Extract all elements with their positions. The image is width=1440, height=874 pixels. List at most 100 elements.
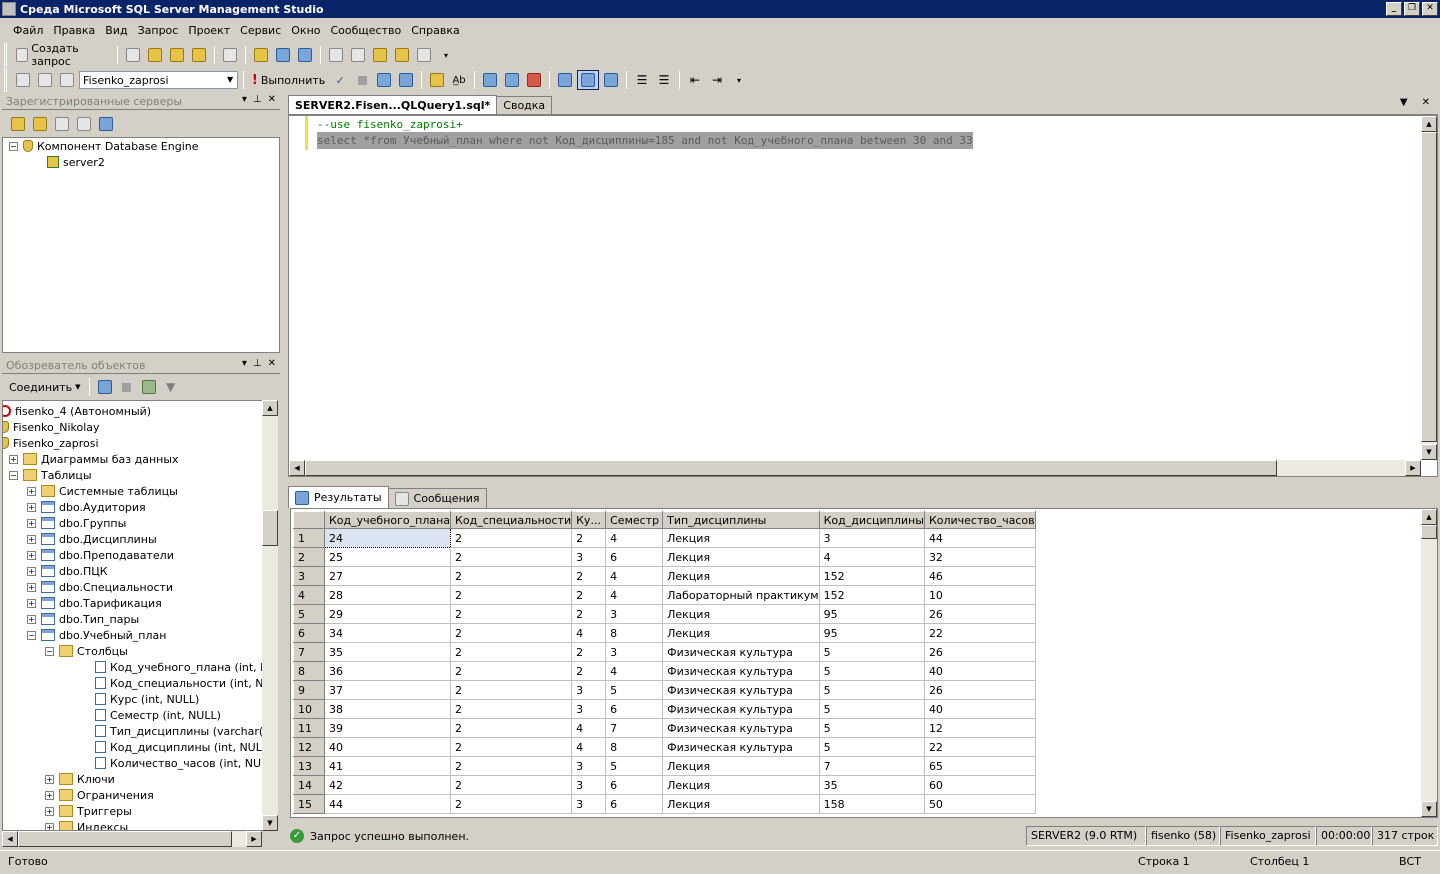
scroll-thumb[interactable]: [1421, 132, 1437, 442]
grid-cell[interactable]: 7: [819, 756, 925, 776]
object-explorer-vscroll[interactable]: ▲ ▼: [262, 400, 278, 831]
grid-cell[interactable]: 4: [605, 585, 664, 605]
grid-cell[interactable]: 44: [324, 794, 452, 814]
grid-cell[interactable]: 95: [819, 604, 925, 624]
row-header[interactable]: 8: [293, 661, 325, 681]
grid-cell[interactable]: 2: [450, 737, 573, 757]
grid-cell[interactable]: 40: [324, 737, 452, 757]
row-header[interactable]: 15: [293, 794, 325, 814]
row-header[interactable]: 6: [293, 623, 325, 643]
tree-item[interactable]: Код_дисциплины (int, NULL): [81, 739, 262, 755]
grid-cell[interactable]: 3: [571, 794, 607, 814]
grid-cell[interactable]: 3: [571, 699, 607, 719]
tree-item-engine[interactable]: − Компонент Database Engine: [9, 138, 199, 154]
grid-cell[interactable]: 2: [450, 756, 573, 776]
pin-icon[interactable]: ⊥: [253, 94, 262, 105]
grid-cell[interactable]: Лекция: [662, 604, 820, 624]
scroll-left-icon[interactable]: ◀: [2, 831, 18, 847]
tree-item[interactable]: + dbo.Специальности: [27, 579, 173, 595]
results-to-text-button[interactable]: [524, 70, 544, 90]
tree-item[interactable]: + dbo.Тарификация: [27, 595, 162, 611]
grid-cell[interactable]: 35: [324, 642, 452, 662]
scroll-thumb[interactable]: [1421, 525, 1437, 539]
grid-cell[interactable]: 28: [324, 585, 452, 605]
expand-icon[interactable]: +: [27, 486, 36, 496]
grid-cell[interactable]: 34: [324, 623, 452, 643]
expand-icon[interactable]: +: [27, 566, 36, 576]
tree-item[interactable]: + dbo.Группы: [27, 515, 126, 531]
grid-cell[interactable]: 5: [819, 699, 925, 719]
tree-item[interactable]: − Столбцы: [45, 643, 128, 659]
toolbar-options-button-2[interactable]: ▾: [729, 70, 749, 90]
grid-cell[interactable]: 2: [450, 585, 573, 605]
grid-cell[interactable]: 3: [605, 604, 664, 624]
grid-cell[interactable]: 6: [605, 547, 664, 567]
grid-cell[interactable]: 40: [924, 699, 1036, 719]
template-explorer-button[interactable]: [370, 45, 390, 65]
pane-close-icon[interactable]: ✕: [268, 358, 276, 369]
close-document-icon[interactable]: ✕: [1422, 97, 1430, 108]
grid-cell[interactable]: 7: [605, 718, 664, 738]
code-line-2[interactable]: select *from Учебный_план where not Код_…: [317, 132, 973, 149]
row-header[interactable]: 12: [293, 737, 325, 757]
grid-cell[interactable]: 2: [571, 528, 607, 548]
database-select[interactable]: Fisenko_zaprosi ▼: [79, 71, 239, 89]
increase-indent-button[interactable]: ⇥: [707, 70, 727, 90]
collapse-icon[interactable]: −: [9, 141, 18, 151]
expand-icon[interactable]: +: [27, 550, 36, 560]
registered-servers-button[interactable]: [326, 45, 346, 65]
grid-cell[interactable]: Физическая культура: [662, 718, 820, 738]
grid-cell[interactable]: 3: [571, 775, 607, 795]
grid-cell[interactable]: 2: [450, 680, 573, 700]
grid-cell[interactable]: 5: [605, 680, 664, 700]
grid-cell[interactable]: 4: [571, 718, 607, 738]
grid-cell[interactable]: 10: [924, 585, 1036, 605]
disconnect-oe-button[interactable]: [95, 377, 115, 397]
grid-vscroll[interactable]: ▲ ▼: [1421, 509, 1437, 817]
include-actual-plan-button[interactable]: [480, 70, 500, 90]
grid-cell[interactable]: 158: [819, 794, 925, 814]
collapse-icon[interactable]: −: [9, 470, 18, 480]
tree-item[interactable]: Тип_дисциплины (varchar(25), NU: [81, 723, 262, 739]
grid-cell[interactable]: 5: [819, 642, 925, 662]
tree-item[interactable]: + dbo.Дисциплины: [27, 531, 157, 547]
expand-icon[interactable]: +: [27, 534, 36, 544]
grid-cell[interactable]: 24: [323, 528, 452, 548]
column-header[interactable]: Ку...: [571, 511, 607, 529]
object-explorer-hscroll[interactable]: ◀ ▶: [2, 831, 262, 847]
grid-cell[interactable]: 39: [324, 718, 452, 738]
object-explorer-button[interactable]: [348, 45, 368, 65]
pane-menu-icon[interactable]: ▾: [242, 94, 247, 105]
row-header[interactable]: 5: [293, 604, 325, 624]
save-button[interactable]: [273, 45, 293, 65]
grid-cell[interactable]: 5: [819, 661, 925, 681]
tree-item[interactable]: + dbo.ПЦК: [27, 563, 108, 579]
xmla-query-button[interactable]: [189, 45, 209, 65]
open-file-button[interactable]: [251, 45, 271, 65]
client-statistics-button[interactable]: [502, 70, 522, 90]
grid-cell[interactable]: Лекция: [662, 547, 820, 567]
row-header[interactable]: 11: [293, 718, 325, 738]
grid-cell[interactable]: Лекция: [662, 794, 820, 814]
query-options-button[interactable]: [427, 70, 447, 90]
cancel-query-button[interactable]: [352, 70, 372, 90]
row-header[interactable]: 7: [293, 642, 325, 662]
grid-cell[interactable]: 2: [571, 585, 607, 605]
column-header[interactable]: Код_учебного_плана: [323, 511, 452, 529]
solution-explorer-button[interactable]: [392, 45, 412, 65]
reporting-services-button[interactable]: [52, 114, 72, 134]
editor-hscroll[interactable]: ◀ ▶: [289, 460, 1421, 476]
grid-cell[interactable]: 38: [324, 699, 452, 719]
column-header[interactable]: Код_специальности: [450, 511, 573, 529]
grid-cell[interactable]: 2: [450, 775, 573, 795]
scroll-down-icon[interactable]: ▼: [1421, 801, 1437, 817]
new-query-button[interactable]: Создать запрос: [13, 42, 112, 68]
grid-cell[interactable]: Физическая культура: [662, 661, 820, 681]
grid-cell[interactable]: 41: [324, 756, 452, 776]
hscroll-thumb[interactable]: [18, 831, 232, 847]
tree-item[interactable]: − Таблицы: [9, 467, 92, 483]
grid-cell[interactable]: 2: [571, 661, 607, 681]
grid-cell[interactable]: 50: [924, 794, 1036, 814]
execute-button[interactable]: ! Выполнить: [249, 70, 328, 90]
tab-query1[interactable]: SERVER2.Fisen...QLQuery1.sql*: [288, 95, 498, 114]
